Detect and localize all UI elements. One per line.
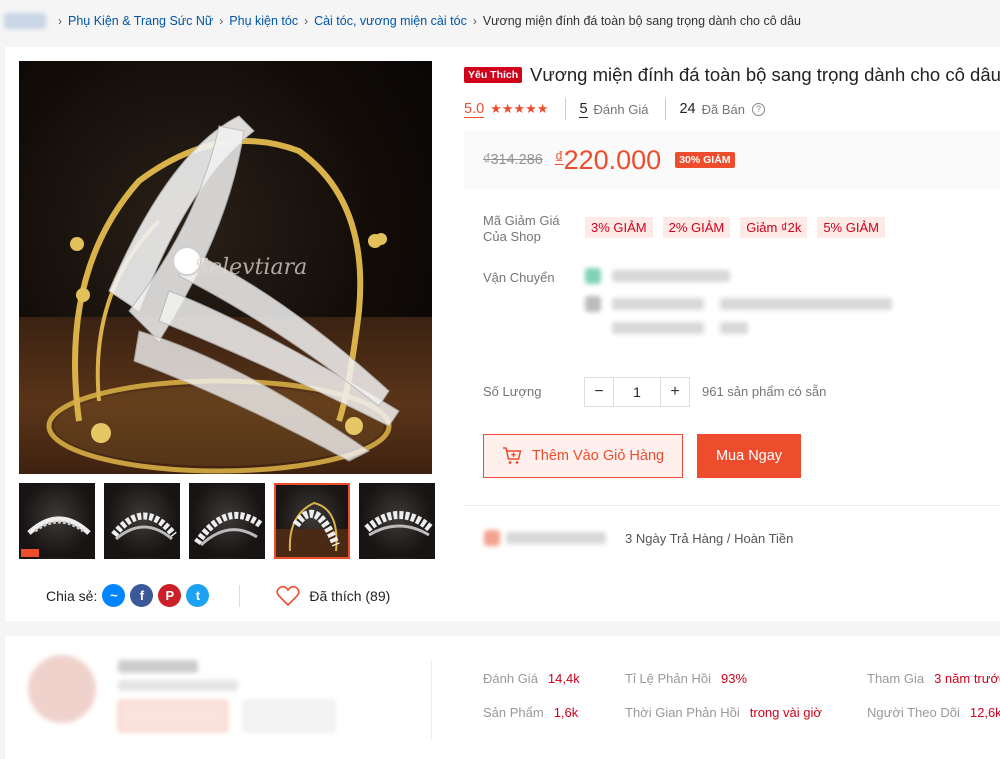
shop-stat-joined: Tham Gia 3 năm trước (867, 671, 1000, 686)
add-to-cart-button[interactable]: Thêm Vào Giỏ Hàng (483, 434, 683, 478)
shop-avatar[interactable] (28, 655, 96, 723)
blurred-guarantee-text (506, 532, 606, 544)
chevron-right-icon: › (472, 14, 477, 28)
view-shop-button[interactable] (243, 700, 335, 732)
tiara-thumbnail (364, 511, 433, 537)
tiara-thumbnail (111, 512, 177, 541)
divider (464, 505, 1000, 506)
stock-text: 961 sản phẩm có sẵn (702, 384, 827, 399)
blurred-shipping-text (612, 298, 704, 310)
voucher-chip[interactable]: Giảm ₫2k (740, 217, 808, 238)
blurred-shipping-text (612, 270, 730, 282)
chevron-right-icon: › (304, 14, 309, 28)
thumbnail-2[interactable] (104, 483, 180, 559)
messenger-icon[interactable]: ~ (102, 584, 126, 607)
shop-stat-products[interactable]: Sản Phẩm 1,6k (483, 705, 578, 720)
product-main-image[interactable]: Selevtiara (19, 61, 432, 474)
breadcrumb-item[interactable]: Phụ Kiện & Trang Sức Nữ (68, 14, 213, 28)
product-title: Vương miện đính đá toàn bộ sang trọng dà… (530, 64, 1000, 85)
shield-icon (484, 530, 500, 546)
buy-now-button[interactable]: Mua Ngay (697, 434, 801, 478)
original-price: ₫314.286 (483, 152, 543, 168)
breadcrumb-item[interactable]: Cài tóc, vương miện cài tóc (314, 14, 467, 28)
like-count: Đã thích (89) (309, 587, 391, 604)
blurred-shipping-text (612, 322, 704, 334)
favorite-tag: Yêu Thích (464, 67, 523, 83)
share-label: Chia sẻ: (46, 587, 98, 604)
voucher-list: 3% GIẢM 2% GIẢM Giảm ₫2k 5% GIẢM (585, 217, 885, 238)
like-button[interactable]: Đã thích (89) (276, 585, 390, 607)
divider (431, 660, 432, 740)
plus-button[interactable]: + (661, 378, 689, 406)
shop-card (5, 636, 1000, 759)
shipping-label: Vận Chuyển (483, 270, 555, 285)
review-count[interactable]: 5 (579, 101, 588, 118)
chat-now-button[interactable] (118, 700, 228, 732)
quantity-input[interactable]: 1 (613, 378, 661, 406)
sale-price-value: 220.000 (563, 144, 662, 175)
sold-count: 24 (679, 101, 696, 117)
blurred-shipping-icon (585, 296, 601, 312)
divider (239, 584, 241, 607)
tiara-thumbnail (194, 511, 263, 547)
price-box: ₫314.286 ₫220.000 30% GIẢM (464, 131, 1000, 189)
shop-stat-response-rate: Tỉ Lệ Phản Hồi 93% (625, 671, 748, 686)
heart-icon (276, 585, 300, 606)
quantity-label: Số Lượng (483, 384, 542, 399)
discount-badge: 30% GIẢM (675, 152, 735, 168)
rating-value[interactable]: 5.0 (464, 101, 485, 118)
blurred-shop-name (118, 660, 198, 673)
cart-icon (502, 447, 522, 464)
tiara-thumbnail (21, 516, 91, 557)
voucher-chip[interactable]: 5% GIẢM (817, 217, 885, 238)
divider (565, 98, 567, 120)
shop-stat-followers: Người Theo Dõi 12,6k (867, 705, 1000, 720)
divider (665, 98, 667, 120)
quantity-stepper: − 1 + (584, 377, 690, 407)
product-stats: 5.0 ★★★★★ 5 Đánh Giá 24 Đã Bán ? (464, 98, 765, 120)
question-icon[interactable]: ? (751, 102, 765, 116)
add-to-cart-label: Thêm Vào Giỏ Hàng (531, 448, 665, 464)
blurred-shipping-text (720, 322, 748, 334)
sold-label: Đã Bán (701, 101, 745, 117)
minus-button[interactable]: − (585, 378, 613, 406)
voucher-label: Mã Giảm Giá Của Shop (483, 213, 560, 245)
shop-stat-response-time: Thời Gian Phản Hồi trong vài giờ (625, 705, 822, 720)
thumbnail-strip (19, 483, 435, 559)
thumbnail-5[interactable] (359, 483, 435, 559)
twitter-icon[interactable]: t (186, 584, 210, 607)
thumbnail-3[interactable] (189, 483, 265, 559)
breadcrumb-home-blurred[interactable] (4, 13, 46, 29)
watermark-text: Selevtiara (194, 255, 307, 280)
review-label: Đánh Giá (593, 101, 649, 117)
breadcrumb: › Phụ Kiện & Trang Sức Nữ › Phụ kiện tóc… (0, 0, 1000, 42)
blurred-shipping-text (720, 298, 892, 310)
voucher-chip[interactable]: 3% GIẢM (585, 217, 653, 238)
breadcrumb-current: Vương miện đính đá toàn bộ sang trọng dà… (482, 14, 801, 28)
blurred-shop-status (118, 680, 238, 691)
tiara-thumbnail (276, 501, 348, 557)
pinterest-icon[interactable]: P (158, 584, 182, 607)
sale-price: ₫220.000 (555, 145, 661, 176)
star-rating-icon: ★★★★★ (490, 101, 549, 116)
chevron-right-icon: › (58, 14, 62, 28)
truck-icon (585, 268, 601, 284)
return-policy-text[interactable]: 3 Ngày Trả Hàng / Hoàn Tiền (625, 531, 793, 546)
thumbnail-1[interactable] (19, 483, 95, 559)
tiara-illustration: Selevtiara (46, 115, 400, 474)
share-row: Chia sẻ: ~ f P t Đã thích (89) (46, 584, 390, 607)
thumbnail-4-selected[interactable] (274, 483, 350, 559)
voucher-chip[interactable]: 2% GIẢM (662, 217, 731, 238)
shop-stat-ratings: Đánh Giá 14,4k (483, 671, 580, 686)
facebook-icon[interactable]: f (130, 584, 154, 607)
chevron-right-icon: › (219, 14, 224, 28)
currency-symbol: ₫ (554, 147, 564, 167)
breadcrumb-item[interactable]: Phụ kiện tóc (229, 14, 298, 28)
